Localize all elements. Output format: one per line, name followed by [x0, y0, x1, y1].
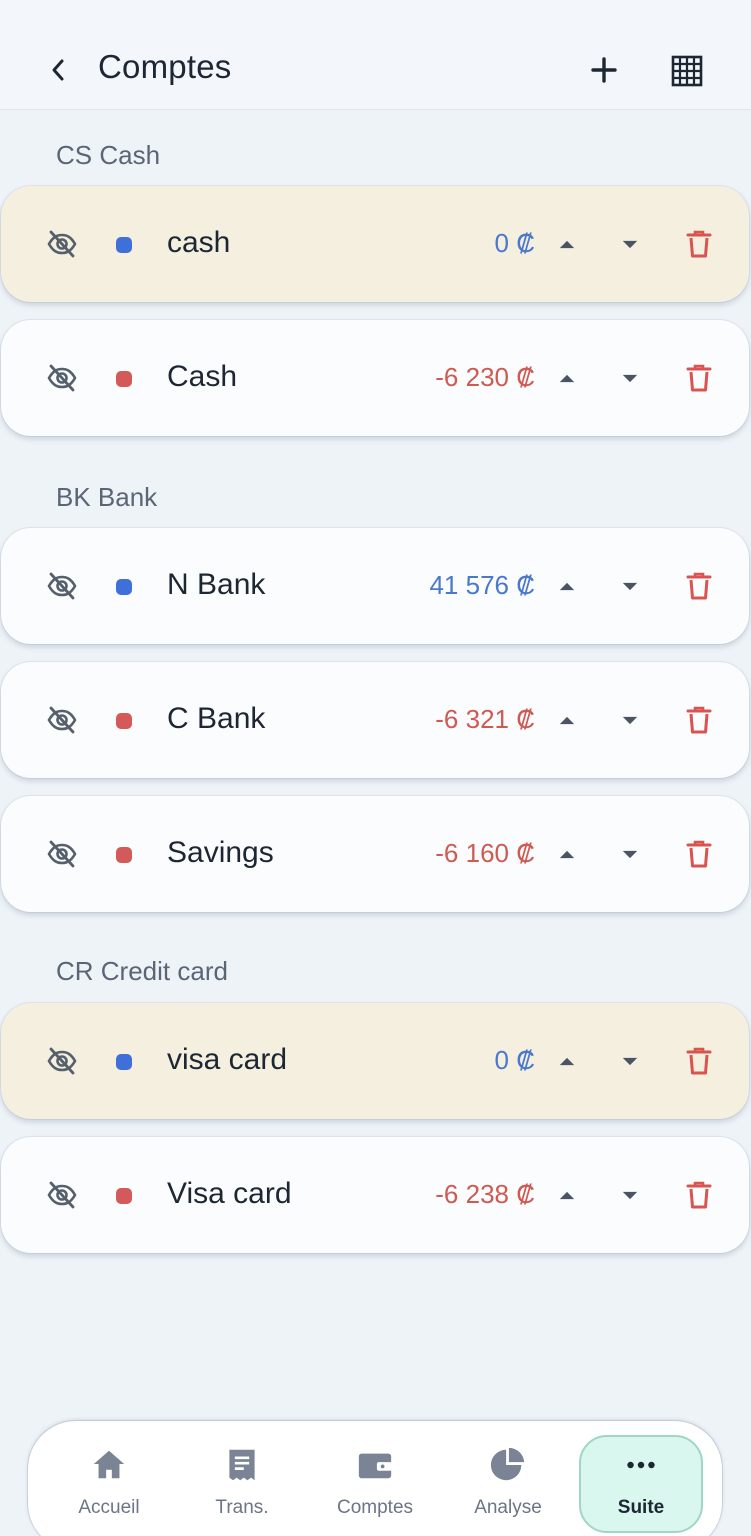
account-color-dot	[116, 1054, 132, 1070]
nav-item-trans[interactable]: Trans.	[180, 1421, 304, 1536]
trash-icon[interactable]	[683, 704, 715, 736]
nav-label: Trans.	[215, 1497, 269, 1518]
account-balance: 41 576 ₡	[429, 570, 535, 600]
eye-off-icon[interactable]	[45, 837, 79, 871]
account-balance: -6 321 ₡	[435, 704, 535, 734]
move-up-icon[interactable]	[553, 706, 581, 734]
eye-off-icon[interactable]	[45, 1044, 79, 1078]
trash-icon[interactable]	[683, 228, 715, 260]
account-card[interactable]: cash 0 ₡	[1, 186, 749, 302]
account-color-dot	[116, 579, 132, 595]
trash-icon[interactable]	[683, 1179, 715, 1211]
group-title: CR Credit card	[56, 956, 228, 986]
move-down-icon[interactable]	[616, 230, 644, 258]
account-name: N Bank	[167, 568, 266, 601]
grid-view-button[interactable]	[667, 51, 707, 91]
move-up-icon[interactable]	[553, 1047, 581, 1075]
pie-chart-icon	[488, 1445, 528, 1485]
move-up-icon[interactable]	[553, 840, 581, 868]
trash-icon[interactable]	[683, 362, 715, 394]
account-balance: 0 ₡	[494, 228, 535, 258]
move-down-icon[interactable]	[616, 364, 644, 392]
nav-label: Accueil	[78, 1497, 140, 1518]
plus-icon	[591, 57, 617, 83]
account-card[interactable]: C Bank -6 321 ₡	[1, 662, 749, 778]
eye-off-icon[interactable]	[45, 1178, 79, 1212]
nav-item-comptes[interactable]: Comptes	[313, 1421, 437, 1536]
account-color-dot	[116, 713, 132, 729]
account-name: cash	[167, 226, 231, 259]
move-down-icon[interactable]	[616, 840, 644, 868]
account-balance: -6 160 ₡	[435, 838, 535, 868]
account-color-dot	[116, 237, 132, 253]
account-color-dot	[116, 371, 132, 387]
eye-off-icon[interactable]	[45, 569, 79, 603]
chevron-left-icon	[52, 59, 64, 81]
account-card[interactable]: Visa card -6 238 ₡	[1, 1137, 749, 1253]
eye-off-icon[interactable]	[45, 703, 79, 737]
nav-label: Analyse	[474, 1497, 542, 1518]
account-name: visa card	[167, 1043, 288, 1076]
home-icon	[89, 1445, 129, 1485]
account-balance: -6 230 ₡	[435, 362, 535, 392]
nav-item-accueil[interactable]: Accueil	[47, 1421, 171, 1536]
account-color-dot	[116, 1188, 132, 1204]
account-color-dot	[116, 847, 132, 863]
move-down-icon[interactable]	[616, 706, 644, 734]
account-balance: -6 238 ₡	[435, 1179, 535, 1209]
grid-icon	[671, 55, 703, 87]
receipt-icon	[222, 1445, 262, 1485]
account-card[interactable]: Cash -6 230 ₡	[1, 320, 749, 436]
account-card[interactable]: N Bank 41 576 ₡	[1, 528, 749, 644]
more-icon	[621, 1445, 661, 1485]
trash-icon[interactable]	[683, 1045, 715, 1077]
eye-off-icon[interactable]	[45, 361, 79, 395]
nav-label: Suite	[617, 1497, 665, 1518]
account-card[interactable]: Savings -6 160 ₡	[1, 796, 749, 912]
trash-icon[interactable]	[683, 838, 715, 870]
nav-label: Comptes	[336, 1497, 414, 1518]
trash-icon[interactable]	[683, 570, 715, 602]
account-balance: 0 ₡	[494, 1045, 535, 1075]
top-app-bar: Comptes	[0, 0, 751, 110]
account-card[interactable]: visa card 0 ₡	[1, 1003, 749, 1119]
page-title: Comptes	[98, 48, 232, 85]
back-button[interactable]	[38, 46, 78, 94]
nav-item-analyse[interactable]: Analyse	[446, 1421, 570, 1536]
account-name: Cash	[167, 360, 238, 393]
move-down-icon[interactable]	[616, 1047, 644, 1075]
move-up-icon[interactable]	[553, 364, 581, 392]
account-name: C Bank	[167, 702, 266, 735]
group-title: CS Cash	[56, 140, 161, 170]
account-name: Visa card	[167, 1177, 292, 1210]
move-down-icon[interactable]	[616, 572, 644, 600]
eye-off-icon[interactable]	[45, 227, 79, 261]
add-account-button[interactable]	[584, 50, 624, 90]
wallet-icon	[355, 1445, 395, 1485]
account-name: Savings	[167, 836, 274, 869]
bottom-navigation: Accueil Trans. Comptes Analyse Suite	[28, 1421, 722, 1536]
move-down-icon[interactable]	[616, 1181, 644, 1209]
move-up-icon[interactable]	[553, 1181, 581, 1209]
nav-item-suite[interactable]: Suite	[579, 1421, 703, 1536]
move-up-icon[interactable]	[553, 572, 581, 600]
group-title: BK Bank	[56, 482, 158, 512]
move-up-icon[interactable]	[553, 230, 581, 258]
